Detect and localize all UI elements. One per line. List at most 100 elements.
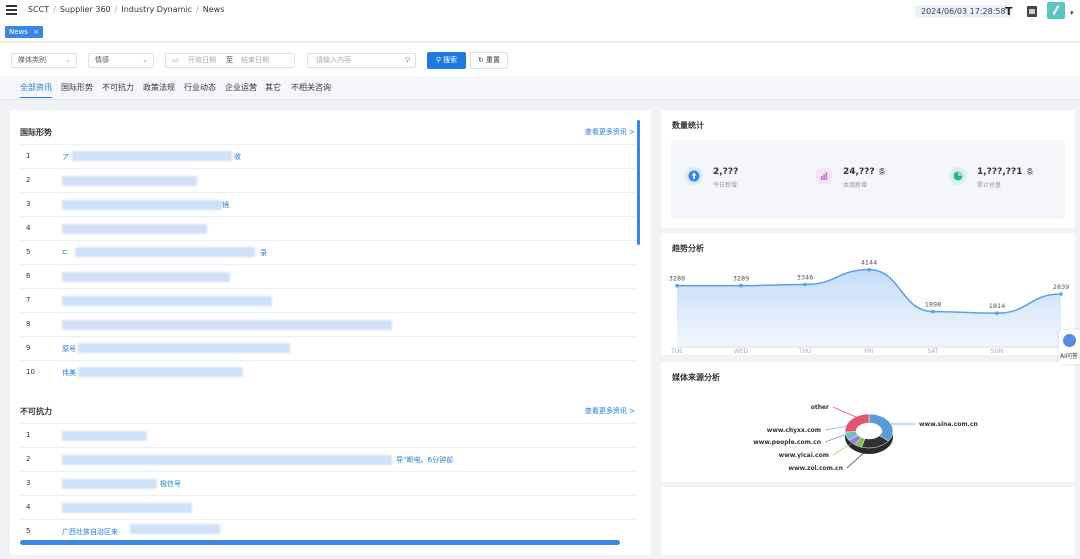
tab-other[interactable]: 其它 [265, 82, 281, 93]
avatar[interactable] [1047, 2, 1065, 19]
news-title-tail[interactable]: 极信号 [160, 479, 181, 489]
media-type-select[interactable]: 媒体类别 ⌄ [11, 53, 77, 68]
stats-box: 2,??? 今日新增 24,??? 条 本周新增 1,???,??1 条 累计总量 [671, 140, 1065, 219]
date-start-input[interactable]: 开始日期 [188, 54, 216, 67]
horizontal-scrollbar[interactable] [20, 540, 620, 545]
breadcrumb: SCCT / Supplier 360 / Industry Dynamic /… [28, 5, 224, 14]
trend-point[interactable] [867, 267, 871, 272]
row-number: 7 [26, 296, 31, 304]
bar-chart-icon [815, 167, 833, 185]
tab-all-news[interactable]: 全部资讯 [20, 82, 52, 98]
trend-point[interactable] [1059, 292, 1063, 296]
news-row[interactable]: 9 原号 [20, 336, 637, 360]
donut-hole [856, 423, 882, 439]
date-end-input[interactable]: 结束日期 [241, 54, 269, 67]
news-title[interactable]: 原号 [62, 344, 76, 354]
sentiment-placeholder: 情感 [95, 56, 109, 64]
breadcrumb-item-scct[interactable]: SCCT [28, 5, 49, 14]
trend-data-label: 1814 [989, 302, 1006, 310]
breadcrumb-item-supplier-360[interactable]: Supplier 360 [60, 5, 111, 14]
trend-point[interactable] [675, 283, 679, 288]
trend-point[interactable] [803, 282, 807, 287]
fullscreen-icon[interactable] [1027, 6, 1037, 17]
chevron-down-icon[interactable]: ▾ [1070, 9, 1074, 17]
news-list-panel: 国际形势 查看更多资讯 > 1 ア 收 2 3 镜 4 5 ⊏ 录 6 7 8 … [10, 110, 651, 555]
news-row[interactable]: 10 伟美 [20, 360, 637, 384]
tab-irrelevant[interactable]: 不相关咨询 [291, 82, 331, 93]
news-row[interactable]: 3 镜 [20, 192, 637, 216]
redacted-text [62, 224, 207, 234]
tab-international[interactable]: 国际形势 [61, 82, 93, 93]
tab-industry[interactable]: 行业动态 [184, 82, 216, 93]
search-button-label: 搜索 [443, 56, 458, 64]
ai-assistant-button[interactable]: AI问答 [1059, 330, 1080, 364]
news-row[interactable]: 6 [20, 264, 637, 288]
trend-tick-label: FRI [864, 348, 874, 355]
tab-news[interactable]: News × [5, 26, 43, 38]
breadcrumb-item-industry-dynamic[interactable]: Industry Dynamic [121, 5, 192, 14]
trend-point[interactable] [739, 283, 743, 288]
stat-number: 24,??? [843, 167, 875, 177]
stats-title: 数量统计 [672, 121, 704, 130]
tab-operations[interactable]: 企业运营 [225, 82, 257, 93]
sentiment-select[interactable]: 情感 ⌄ [88, 53, 154, 68]
news-title[interactable]: ⊏ [62, 248, 68, 256]
news-row[interactable]: 3 极信号 [20, 471, 637, 495]
news-title-tail[interactable]: 录 [260, 248, 267, 258]
news-row[interactable]: 8 [20, 312, 637, 336]
view-more-link[interactable]: 查看更多资讯 > [585, 406, 635, 416]
tab-policy[interactable]: 政策法规 [143, 82, 175, 93]
category-tabs: 全部资讯 国际形势 不可抗力 政策法规 行业动态 企业运营 其它 不相关咨询 [0, 76, 1080, 100]
search-placeholder: 请输入内容 [316, 56, 351, 64]
row-number: 3 [26, 200, 31, 208]
row-number: 4 [26, 503, 31, 511]
row-number: 4 [26, 224, 31, 232]
redacted-text [62, 176, 197, 186]
news-title[interactable]: 伟美 [62, 368, 76, 378]
news-title-tail[interactable]: 导“断电。6分钟前 [396, 455, 453, 465]
search-input[interactable]: 请输入内容 ⚲ [307, 53, 416, 68]
redacted-text [62, 272, 230, 282]
trend-data-label: 2839 [1053, 283, 1070, 291]
news-row[interactable]: 4 [20, 216, 637, 240]
trend-tick-label: WED [734, 348, 749, 355]
news-row[interactable]: 5 ⊏ 录 [20, 240, 637, 264]
ai-label: AI问答 [1060, 353, 1078, 360]
search-button[interactable]: ⚲ 搜索 [427, 52, 466, 69]
redacted-text [130, 524, 220, 534]
news-row[interactable]: 2 导“断电。6分钟前 [20, 447, 637, 471]
news-title-tail[interactable]: 收 [234, 152, 241, 162]
row-number: 1 [26, 431, 31, 439]
news-title-tail[interactable]: 镜 [222, 200, 229, 210]
tab-force-majeure[interactable]: 不可抗力 [102, 82, 134, 93]
news-row[interactable]: 1 ア 收 [20, 144, 637, 168]
chevron-down-icon: ⌄ [65, 56, 71, 64]
close-icon[interactable]: × [33, 26, 39, 38]
news-title[interactable]: 广西壮族自治区来 [62, 527, 118, 537]
news-row[interactable]: 1 [20, 423, 637, 447]
font-size-icon[interactable]: T [1005, 5, 1013, 18]
date-range-picker[interactable]: ▭ 开始日期 至 结束日期 [165, 53, 295, 68]
vertical-scrollbar[interactable] [637, 120, 640, 245]
news-row[interactable]: 2 [20, 168, 637, 192]
trend-point[interactable] [995, 311, 999, 315]
chevron-down-icon: ⌄ [142, 56, 148, 64]
redacted-text [62, 320, 392, 330]
pie-label-line [832, 443, 852, 456]
stats-panel: 数量统计 2,??? 今日新增 24,??? 条 本周新增 1,???,??1 条 … [661, 110, 1075, 228]
view-more-link[interactable]: 查看更多资讯 > [585, 127, 635, 137]
stat-number: 1,???,??1 [977, 167, 1023, 177]
chat-icon [1063, 334, 1076, 347]
pie-icon [949, 167, 967, 185]
news-row[interactable]: 4 [20, 495, 637, 519]
redacted-text [78, 343, 290, 353]
redacted-text [62, 200, 222, 210]
news-title[interactable]: ア [62, 152, 69, 162]
news-row[interactable]: 7 [20, 288, 637, 312]
row-number: 9 [26, 344, 31, 352]
datetime-display: 2024/06/03 17:28:58 [915, 5, 1012, 18]
reset-button[interactable]: ↻ 重置 [470, 52, 508, 69]
trend-point[interactable] [931, 309, 935, 314]
pie-label: other [811, 404, 829, 411]
menu-icon[interactable] [6, 5, 17, 15]
